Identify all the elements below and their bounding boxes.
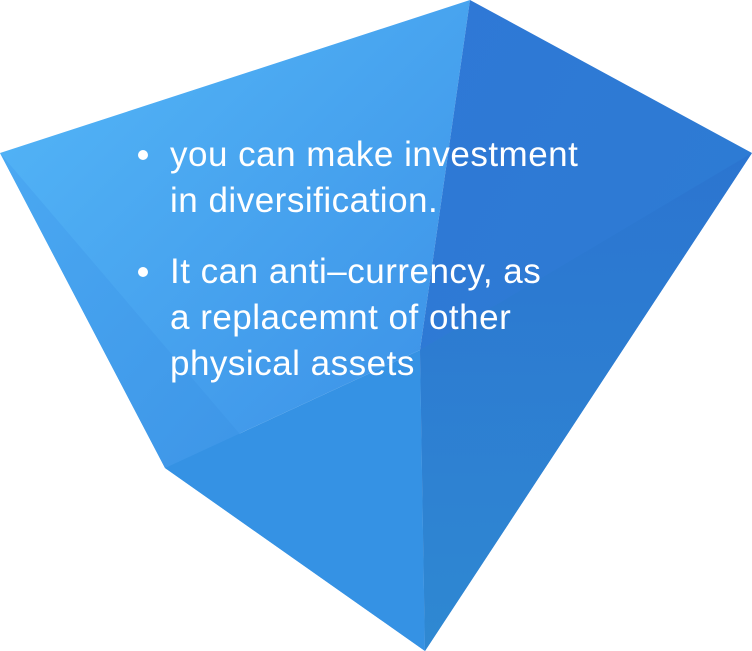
bullet-item-2: It can anti–currency, as a replacemnt of…: [132, 249, 632, 387]
bullet-dot-icon: [138, 150, 148, 160]
diagram-canvas: you can make investment in diversificati…: [0, 0, 752, 651]
bullet-text-1: you can make investment in diversificati…: [170, 135, 579, 220]
bullet-dot-icon: [138, 267, 148, 277]
bullet-list: you can make investment in diversificati…: [132, 132, 632, 412]
bullet-item-1: you can make investment in diversificati…: [132, 132, 632, 224]
bullet-text-2: It can anti–currency, as a replacemnt of…: [170, 252, 542, 383]
